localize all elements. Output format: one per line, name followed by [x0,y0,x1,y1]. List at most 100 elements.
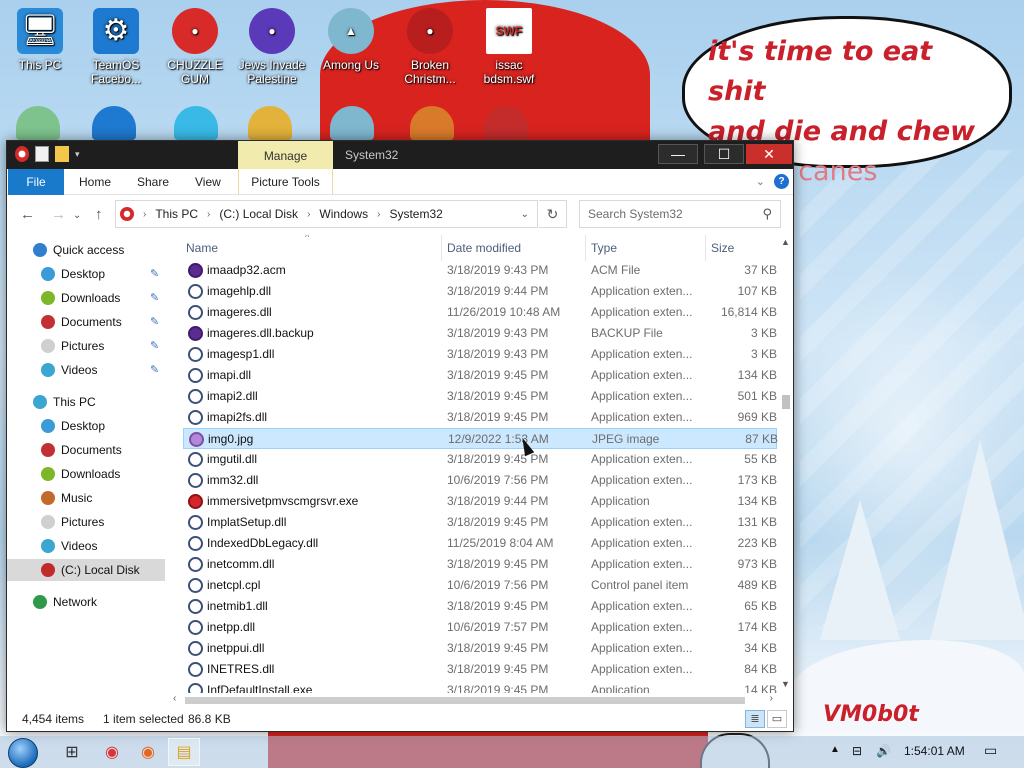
nav-item[interactable]: This PC [7,391,165,413]
maximize-button[interactable]: ☐ [704,144,744,164]
nav-item[interactable]: (C:) Local Disk [7,559,165,581]
nav-item[interactable]: Desktop ✎ [7,263,165,285]
explorer-app-icon[interactable] [15,146,29,162]
file-row[interactable]: ImplatSetup.dll 3/18/2019 9:45 PM Applicat… [183,512,777,533]
desktop-icon[interactable]: ● Broken Christm... [392,8,468,86]
file-row[interactable]: imapi2fs.dll 3/18/2019 9:45 PM Application… [183,407,777,428]
file-row[interactable]: imapi.dll 3/18/2019 9:45 PM Application ex… [183,365,777,386]
breadcrumb-local-disk[interactable]: (C:) Local Disk [219,207,298,221]
title-bar[interactable]: ▾ Manage System32 — ☐ ✕ [7,141,793,169]
scroll-up-icon[interactable]: ▲ [781,237,790,247]
nav-item[interactable]: Downloads ✎ [7,287,165,309]
up-arrow-icon[interactable]: ↑ [95,206,103,223]
desktop-icon[interactable] [174,106,218,140]
forward-arrow-icon[interactable]: → [51,206,66,223]
file-row[interactable]: imageres.dll 11/26/2019 10:48 AM Applicati… [183,302,777,323]
address-bar[interactable]: › This PC › (C:) Local Disk › Windows › … [115,200,538,228]
file-row[interactable]: inetppui.dll 3/18/2019 9:45 PM Application… [183,638,777,659]
chevron-down-icon[interactable]: ⌄ [521,209,529,220]
horizontal-scrollbar[interactable]: ‹ › [167,693,779,707]
scroll-left-icon[interactable]: ‹ [173,693,176,704]
column-type[interactable]: Type [591,241,617,255]
tab-file[interactable]: File [8,169,64,195]
task-view-icon[interactable]: ⊞ [56,738,88,766]
start-button[interactable] [8,738,38,768]
file-row[interactable]: immersivetpmvscmgrsvr.exe 3/18/2019 9:44 … [183,491,777,512]
desktop-icon[interactable]: ⚙ TeamOS Facebo... [78,8,154,86]
desktop-icon[interactable] [16,106,60,140]
breadcrumb-windows[interactable]: Windows [319,207,368,221]
desktop-icon[interactable] [92,106,136,140]
file-row[interactable]: INETRES.dll 3/18/2019 9:45 PM Application … [183,659,777,680]
desktop-icon[interactable]: ● CHUZZLE GUM [157,8,233,86]
large-icons-view-button[interactable]: ▭ [767,710,787,728]
vertical-scrollbar[interactable]: ▲ ▼ [779,235,793,693]
nav-item[interactable]: Pictures ✎ [7,335,165,357]
file-row[interactable]: imageres.dll.backup 3/18/2019 9:43 PM BACK… [183,323,777,344]
file-row[interactable]: inetmib1.dll 3/18/2019 9:45 PM Application… [183,596,777,617]
file-row[interactable]: IndexedDbLegacy.dll 11/25/2019 8:04 AM App… [183,533,777,554]
breadcrumb-separator[interactable]: › [143,209,146,220]
tab-home[interactable]: Home [67,169,123,195]
refresh-button[interactable]: ↻ [539,200,567,228]
nav-item[interactable]: Music [7,487,165,509]
clock[interactable]: 1:54:01 AM [904,744,965,758]
column-date-modified[interactable]: Date modified [447,241,521,255]
nav-item[interactable]: Pictures [7,511,165,533]
expand-ribbon-icon[interactable]: ⌄ [756,175,765,188]
nav-item[interactable]: Videos ✎ [7,359,165,381]
search-icon[interactable]: ⚲ [762,201,772,227]
breadcrumb-separator[interactable]: › [377,209,380,220]
volume-icon[interactable]: 🔊 [876,744,891,758]
recent-dropdown-icon[interactable]: ⌄ [73,210,81,221]
column-size[interactable]: Size [711,241,734,255]
file-row[interactable]: inetcpl.cpl 10/6/2019 7:56 PM Control pane… [183,575,777,596]
nav-item[interactable]: Documents [7,439,165,461]
nav-item[interactable]: Documents ✎ [7,311,165,333]
new-folder-icon[interactable] [55,146,69,162]
close-button[interactable]: ✕ [746,144,792,164]
nav-item[interactable]: Quick access [7,239,165,261]
nav-item[interactable]: Network [7,591,165,613]
tab-share[interactable]: Share [125,169,181,195]
desktop-icon[interactable]: SWF issac bdsm.swf [471,8,547,86]
nav-item[interactable]: Videos [7,535,165,557]
scroll-right-icon[interactable]: › [770,693,773,704]
breadcrumb-separator[interactable]: › [207,209,210,220]
show-hidden-icons-icon[interactable]: ▲ [830,744,840,755]
tab-view[interactable]: View [183,169,233,195]
back-arrow-icon[interactable]: ← [20,206,35,223]
file-row[interactable]: inetcomm.dll 3/18/2019 9:45 PM Application… [183,554,777,575]
file-explorer-icon[interactable]: ▤ [168,738,200,766]
breadcrumb-this-pc[interactable]: This PC [155,207,198,221]
chrome-icon[interactable]: ◉ [96,738,128,766]
file-row[interactable]: imgutil.dll 3/18/2019 9:45 PM Application … [183,449,777,470]
network-icon[interactable]: ⊟ [852,744,862,758]
file-row[interactable]: imapi2.dll 3/18/2019 9:45 PM Application e… [183,386,777,407]
file-row[interactable]: imaadp32.acm 3/18/2019 9:43 PM ACM File 37 … [183,260,777,281]
scrollbar-thumb[interactable] [185,697,745,704]
desktop-icon[interactable] [248,106,292,140]
notification-icon[interactable]: ▭ [984,742,997,759]
firefox-icon[interactable]: ◉ [132,738,164,766]
file-row[interactable]: imm32.dll 10/6/2019 7:56 PM Application ex… [183,470,777,491]
properties-icon[interactable] [35,146,49,162]
nav-item[interactable]: Downloads [7,463,165,485]
desktop-icon[interactable]: 🖥 This PC [2,8,78,72]
scrollbar-thumb[interactable] [782,395,790,409]
file-row[interactable]: img0.jpg 12/9/2022 1:53 AM JPEG image 87 KB [183,428,778,449]
details-view-button[interactable]: ≣ [745,710,765,728]
explorer-window[interactable]: ▾ Manage System32 — ☐ ✕ File Home Share … [6,140,794,732]
breadcrumb-system32[interactable]: System32 [389,207,442,221]
tab-picture-tools[interactable]: Picture Tools [238,169,333,195]
nav-item[interactable]: Desktop [7,415,165,437]
chevron-down-icon[interactable]: ▾ [75,146,83,162]
file-row[interactable]: imagesp1.dll 3/18/2019 9:43 PM Application… [183,344,777,365]
search-input[interactable]: Search System32 ⚲ [579,200,781,228]
tab-manage[interactable]: Manage [238,141,333,169]
desktop-icon[interactable]: ● Jews Invade Palestine [234,8,310,86]
file-row[interactable]: imagehlp.dll 3/18/2019 9:44 PM Application… [183,281,777,302]
column-name[interactable]: Name [186,241,218,255]
minimize-button[interactable]: — [658,144,698,164]
breadcrumb-separator[interactable]: › [307,209,310,220]
